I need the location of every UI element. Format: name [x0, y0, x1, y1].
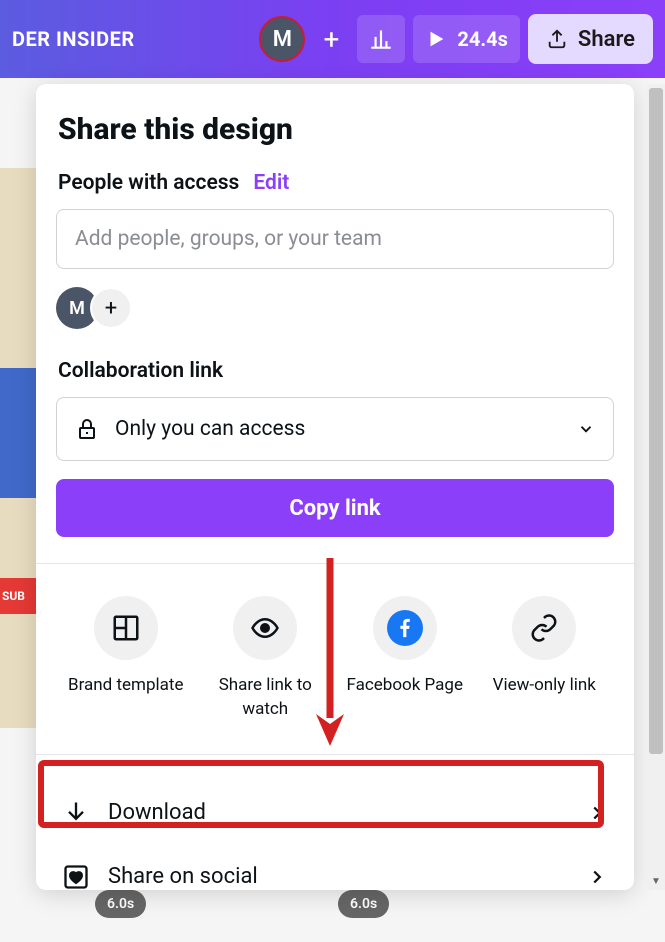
timeline-clip[interactable]: 6.0s — [95, 890, 146, 918]
share-social-menu-item[interactable]: Share on social — [56, 845, 614, 890]
scroll-down-arrow[interactable]: ▼ — [650, 876, 662, 888]
share-panel: Share this design People with access Edi… — [36, 84, 634, 890]
brand-template-option[interactable]: Brand template — [61, 596, 191, 722]
add-collaborator-small[interactable]: + — [90, 287, 132, 329]
copy-link-button[interactable]: Copy link — [56, 479, 614, 537]
collaborators-row: M + — [56, 287, 614, 329]
divider — [36, 563, 634, 564]
download-icon — [62, 799, 90, 827]
link-access-select[interactable]: Only you can access — [56, 397, 614, 461]
heart-box-icon — [62, 863, 90, 890]
view-only-link-option[interactable]: View-only link — [479, 596, 609, 722]
add-collaborator-button[interactable]: + — [313, 21, 349, 57]
timeline-clip[interactable]: 6.0s — [338, 890, 389, 918]
share-link-watch-option[interactable]: Share link to watch — [200, 596, 330, 722]
eye-icon — [250, 613, 280, 643]
upload-icon — [546, 28, 568, 50]
access-label: People with access — [58, 171, 239, 195]
user-avatar[interactable]: M — [259, 16, 305, 62]
add-people-input[interactable] — [56, 209, 614, 269]
play-button[interactable]: 24.4s — [413, 15, 520, 63]
bg-decoration-blue — [0, 368, 36, 498]
divider — [36, 754, 634, 755]
play-icon — [425, 28, 447, 50]
share-label: Share — [578, 27, 635, 52]
share-button[interactable]: Share — [528, 14, 653, 64]
template-icon — [111, 613, 141, 643]
facebook-icon — [394, 617, 416, 639]
analytics-button[interactable] — [357, 15, 405, 63]
chevron-down-icon — [577, 420, 595, 438]
share-options-row: Brand template Share link to watch Faceb… — [56, 590, 614, 728]
facebook-page-option[interactable]: Facebook Page — [340, 596, 470, 722]
duration-label: 24.4s — [457, 27, 508, 51]
panel-title: Share this design — [56, 112, 614, 147]
lock-icon — [75, 417, 99, 441]
scrollbar-thumb[interactable] — [649, 88, 663, 754]
design-title: DER INSIDER — [12, 27, 135, 51]
download-menu-item[interactable]: Download — [56, 781, 614, 845]
access-select-text: Only you can access — [115, 417, 561, 441]
link-icon — [529, 613, 559, 643]
bg-decoration-red: SUB — [0, 578, 36, 614]
avatar-letter: M — [273, 27, 292, 52]
chevron-right-icon — [586, 802, 608, 824]
collab-label: Collaboration link — [56, 359, 614, 383]
bar-chart-icon — [368, 26, 394, 52]
edit-access-link[interactable]: Edit — [253, 171, 289, 195]
access-row: People with access Edit — [56, 171, 614, 195]
topbar: DER INSIDER M + 24.4s Share — [0, 0, 665, 78]
chevron-right-icon — [586, 866, 608, 888]
